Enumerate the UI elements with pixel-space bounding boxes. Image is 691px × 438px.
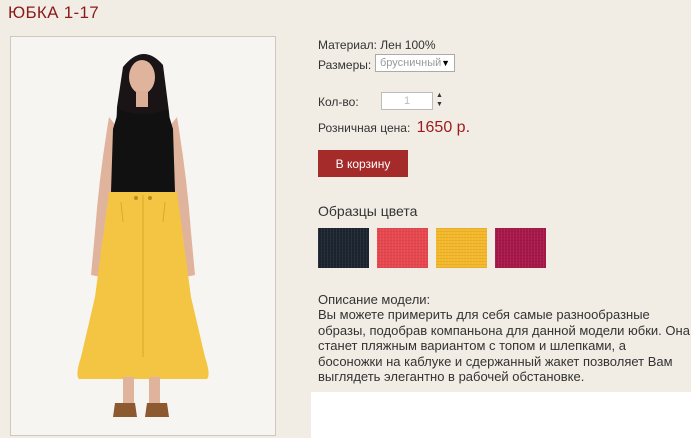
color-swatch-coral[interactable] [377, 228, 428, 268]
color-swatch-raspberry[interactable] [495, 228, 546, 268]
price-row: Розничная цена: 1650 р. [318, 119, 470, 137]
quantity-stepper-icon[interactable]: ▲ ▼ [436, 91, 443, 109]
description-heading: Описание модели: [318, 292, 431, 307]
dropdown-arrow-icon: ▼ [441, 58, 450, 68]
price-value: 1650 р. [416, 119, 471, 136]
product-photo[interactable] [10, 36, 276, 436]
color-swatch-yellow[interactable] [436, 228, 487, 268]
size-selected-value: брусничный [380, 57, 442, 69]
qty-row: Кол-во: 1 ▲ ▼ [318, 92, 518, 110]
color-swatch-navy[interactable] [318, 228, 369, 268]
swatches-title: Образцы цвета [318, 203, 418, 219]
add-to-cart-button[interactable]: В корзину [318, 150, 408, 177]
content-panel [311, 392, 691, 438]
sizes-label: Размеры: [318, 57, 372, 72]
size-select[interactable]: брусничный ▼ [375, 54, 455, 72]
product-title: ЮБКА 1-17 [8, 3, 100, 22]
qty-label: Кол-во: [318, 95, 359, 109]
material-text: Материал: Лен 100% [318, 38, 436, 52]
quantity-input[interactable]: 1 [381, 92, 433, 110]
sizes-row: Размеры: брусничный ▼ [318, 54, 518, 72]
price-label: Розничная цена: [318, 121, 411, 135]
description-text: Вы можете примерить для себя самые разно… [318, 307, 690, 385]
